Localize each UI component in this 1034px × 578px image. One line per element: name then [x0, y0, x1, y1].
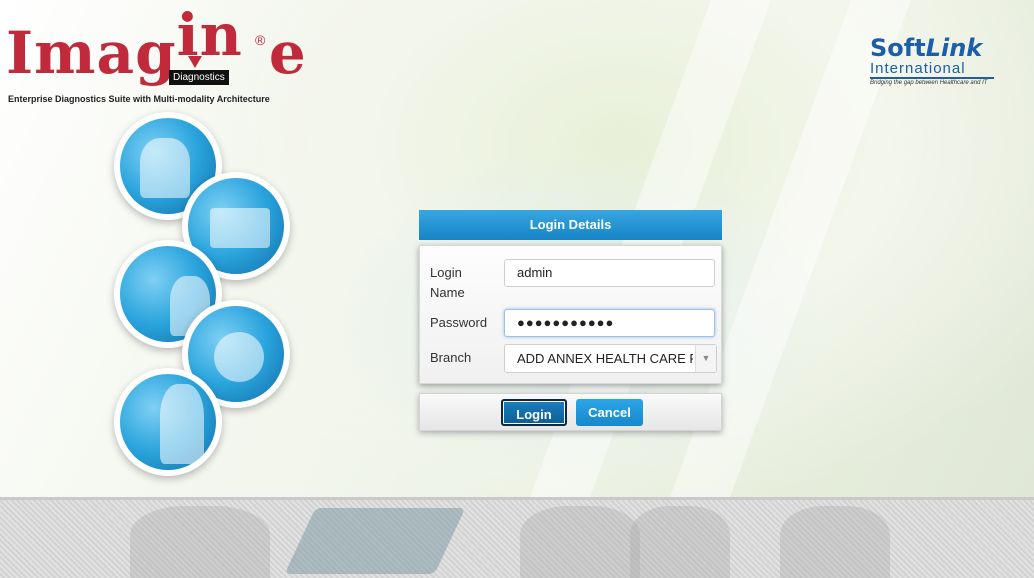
chevron-down-icon[interactable]: ▼	[695, 345, 716, 372]
product-tagline: Enterprise Diagnostics Suite with Multi-…	[8, 94, 270, 104]
login-button-bar: Login Cancel	[419, 393, 722, 431]
footer-stethoscope-image	[520, 506, 640, 578]
footer-doctor-image	[630, 506, 730, 578]
login-name-label: Login Name	[430, 265, 465, 300]
login-panel-header: Login Details	[419, 210, 722, 240]
login-form: Login Name admin Password ●●●●●●●●●●● Br…	[419, 245, 722, 384]
login-button[interactable]: Login	[501, 399, 567, 426]
login-name-input[interactable]: admin	[504, 259, 715, 287]
softlink-logo: SoftLink International Bridging the gap …	[870, 36, 1010, 96]
registered-mark: ®	[255, 32, 266, 48]
branch-selected-value: ADD ANNEX HEALTH CARE PVT.	[517, 351, 693, 366]
imagine-logo: Imagin e ® Diagnostics Enterprise Diagnos…	[6, 4, 306, 109]
cancel-button[interactable]: Cancel	[576, 399, 643, 426]
password-input[interactable]: ●●●●●●●●●●●	[504, 309, 715, 337]
footer-nurse-image	[780, 506, 890, 578]
footer-tablet-image	[284, 508, 466, 574]
password-label: Password	[430, 315, 488, 330]
doctor-prescription-image	[114, 368, 222, 476]
softlink-motto: Bridging the gap between Healthcare and …	[870, 80, 988, 86]
footer-banner	[0, 497, 1034, 578]
softlink-international: International	[870, 60, 994, 79]
footer-doctor-image	[130, 506, 270, 578]
softlink-name: SoftLink	[870, 34, 983, 62]
logo-arrow-icon	[188, 56, 202, 68]
logo-diagnostics-badge: Diagnostics	[169, 70, 229, 85]
branch-select[interactable]: ADD ANNEX HEALTH CARE PVT. ▼	[504, 344, 717, 373]
branch-label: Branch	[430, 350, 472, 365]
